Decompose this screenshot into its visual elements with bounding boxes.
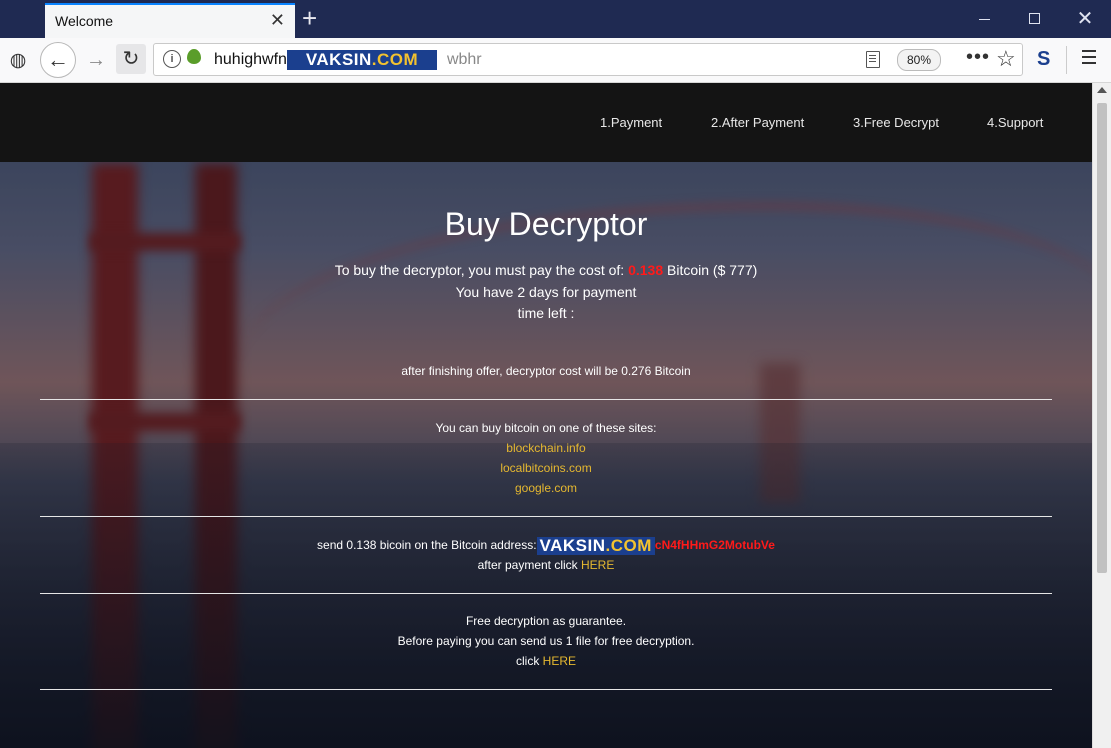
divider	[40, 399, 1052, 400]
site-link-blockchain[interactable]: blockchain.info	[0, 441, 1092, 455]
background-bridge-image	[0, 83, 1092, 748]
cost-btc: 0.138	[628, 262, 664, 278]
toolbar-divider	[1066, 46, 1067, 74]
onion-icon	[187, 49, 201, 64]
title-bar: Welcome ✕ + ✕	[0, 0, 1111, 38]
tab-close-icon[interactable]: ✕	[270, 10, 285, 30]
info-icon[interactable]: i	[163, 50, 181, 68]
free-line-2: Before paying you can send us 1 file for…	[397, 634, 695, 648]
address-watermark-left: VAKSIN	[539, 536, 606, 555]
buy-intro: You can buy bitcoin on one of these site…	[435, 421, 657, 435]
scroll-up-icon[interactable]	[1097, 87, 1107, 93]
tor-icon[interactable]: ◍	[7, 49, 29, 73]
time-left: time left :	[517, 305, 575, 321]
nav-bar: ◍ ← → ↻ i huhighwfn wbhr VAKSIN.COM 80% •…	[0, 38, 1111, 83]
divider	[40, 689, 1052, 690]
address-watermark: VAKSIN.COM	[536, 536, 655, 555]
free-decrypt-here-link[interactable]: HERE	[543, 654, 576, 668]
more-icon[interactable]: •••	[966, 46, 990, 69]
minimize-button[interactable]	[970, 6, 1000, 32]
send-line: send 0.138 bicoin on the Bitcoin address…	[0, 537, 1092, 555]
image-overlay	[0, 83, 1092, 748]
reload-icon[interactable]: ↻	[116, 44, 146, 74]
url-watermark-left: VAKSIN	[305, 50, 372, 69]
send-prefix: send 0.138 bicoin on the Bitcoin address…	[317, 538, 537, 552]
site-header: 1.Payment 2.After Payment 3.Free Decrypt…	[0, 83, 1092, 162]
divider	[40, 593, 1052, 594]
cost-prefix: To buy the decryptor, you must pay the c…	[334, 262, 625, 278]
url-bar[interactable]: i huhighwfn wbhr VAKSIN.COM 80% ••• ☆	[153, 43, 1023, 76]
cost-suffix: Bitcoin ($ 777)	[667, 262, 758, 278]
site-link-localbitcoins[interactable]: localbitcoins.com	[0, 461, 1092, 475]
s-addon-icon[interactable]: S	[1037, 48, 1050, 71]
free-click-line: click HERE	[0, 654, 1092, 668]
zoom-level[interactable]: 80%	[897, 49, 941, 71]
url-end: wbhr	[446, 51, 482, 68]
bookmark-star-icon[interactable]: ☆	[996, 46, 1016, 72]
after-payment-line: after payment click HERE	[0, 558, 1092, 572]
page-title: Buy Decryptor	[444, 206, 648, 242]
url-start: huhighwfn	[214, 51, 287, 68]
reader-view-icon[interactable]	[866, 51, 880, 68]
url-watermark: VAKSIN.COM	[287, 50, 437, 70]
new-tab-icon[interactable]: +	[302, 4, 317, 32]
close-window-button[interactable]: ✕	[1070, 6, 1100, 32]
cost-line: To buy the decryptor, you must pay the c…	[0, 262, 1092, 278]
divider	[40, 516, 1052, 517]
maximize-icon	[1029, 13, 1040, 24]
after-offer-text: after finishing offer, decryptor cost wi…	[401, 364, 691, 378]
bitcoin-address-tail[interactable]: cN4fHHmG2MotubVe	[655, 538, 775, 552]
days-line: You have 2 days for payment	[455, 284, 637, 300]
address-watermark-right: .COM	[605, 536, 652, 555]
tab-welcome[interactable]: Welcome ✕	[45, 3, 295, 38]
free-line-1: Free decryption as guarantee.	[465, 614, 627, 628]
scrollbar-thumb[interactable]	[1097, 103, 1107, 573]
site-link-google[interactable]: google.com	[0, 481, 1092, 495]
forward-icon[interactable]: →	[85, 48, 107, 72]
back-icon[interactable]: ←	[40, 42, 76, 78]
hamburger-menu-icon[interactable]	[1082, 50, 1096, 52]
after-payment-prefix: after payment click	[477, 558, 578, 572]
page-viewport: 1.Payment 2.After Payment 3.Free Decrypt…	[0, 83, 1092, 748]
menu-item-support[interactable]: 4.Support	[987, 115, 1043, 130]
tab-title: Welcome	[55, 13, 114, 29]
maximize-button[interactable]	[1019, 6, 1049, 32]
minimize-icon	[979, 19, 990, 20]
menu-item-payment[interactable]: 1.Payment	[600, 115, 662, 130]
url-watermark-right: .COM	[371, 50, 419, 69]
menu-item-free-decrypt[interactable]: 3.Free Decrypt	[853, 115, 939, 130]
menu-item-after-payment[interactable]: 2.After Payment	[711, 115, 804, 130]
after-payment-here-link[interactable]: HERE	[581, 558, 614, 572]
click-prefix: click	[515, 654, 540, 668]
vertical-scrollbar[interactable]	[1092, 83, 1111, 748]
